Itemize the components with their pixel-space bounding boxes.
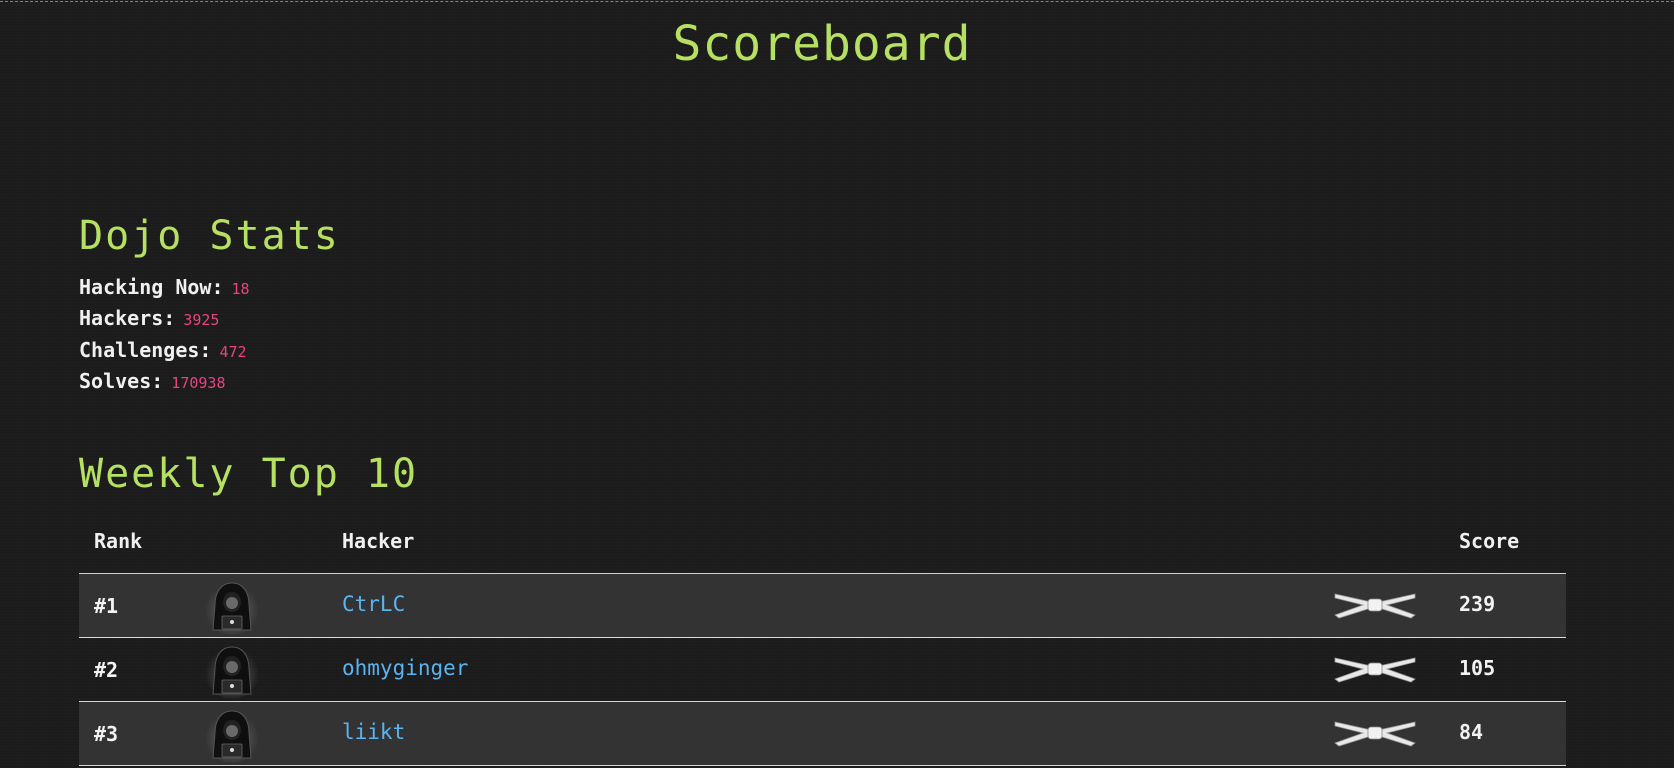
stat-label: Solves: <box>79 368 164 393</box>
weekly-top-heading: Weekly Top 10 <box>79 451 419 497</box>
hooded-hacker-icon <box>205 581 259 634</box>
stat-value: 472 <box>219 342 247 361</box>
column-header-rank: Rank <box>94 529 143 553</box>
score-cell: 239 <box>1459 592 1496 616</box>
hooded-hacker-icon <box>205 709 259 762</box>
stat-label: Hackers: <box>79 306 176 331</box>
table-row: #2 ohmyginger 105 <box>79 638 1566 702</box>
stat-challenges: Challenges: 472 <box>79 337 250 368</box>
white-belt-icon <box>1334 721 1416 747</box>
page-top-border <box>0 1 1674 2</box>
stat-solves: Solves: 170938 <box>79 368 250 399</box>
dojo-stats-heading: Dojo Stats <box>79 213 340 259</box>
dojo-stats: Hacking Now: 18 Hackers: 3925 Challenges: 4… <box>79 274 250 399</box>
rank-cell: #3 <box>94 722 119 746</box>
table-row: #1 CtrLC 239 <box>79 574 1566 638</box>
rank-cell: #1 <box>94 594 119 618</box>
stat-label: Hacking Now: <box>79 275 224 299</box>
column-header-hacker: Hacker <box>342 529 415 553</box>
stat-label: Challenges: <box>79 337 212 362</box>
weekly-top-table: Rank Hacker Score #1 CtrLC 239 #2 ohmygi… <box>79 515 1566 766</box>
white-belt-icon <box>1334 657 1416 683</box>
hooded-hacker-icon <box>205 645 259 698</box>
page-title: Scoreboard <box>672 16 972 72</box>
score-cell: 84 <box>1459 720 1484 744</box>
column-header-score: Score <box>1459 529 1520 553</box>
stat-value: 3925 <box>183 311 220 330</box>
stat-hacking-now: Hacking Now: 18 <box>79 274 250 305</box>
stat-hackers: Hackers: 3925 <box>79 305 250 336</box>
table-row: #3 liikt 84 <box>79 702 1566 766</box>
stat-value: 18 <box>231 280 250 298</box>
white-belt-icon <box>1334 593 1416 619</box>
score-cell: 105 <box>1459 656 1496 680</box>
hacker-link[interactable]: ohmyginger <box>342 656 468 680</box>
hacker-link[interactable]: liikt <box>342 720 405 744</box>
table-header: Rank Hacker Score <box>79 515 1566 574</box>
rank-cell: #2 <box>94 658 119 682</box>
hacker-link[interactable]: CtrLC <box>342 592 405 616</box>
stat-value: 170938 <box>171 373 226 392</box>
